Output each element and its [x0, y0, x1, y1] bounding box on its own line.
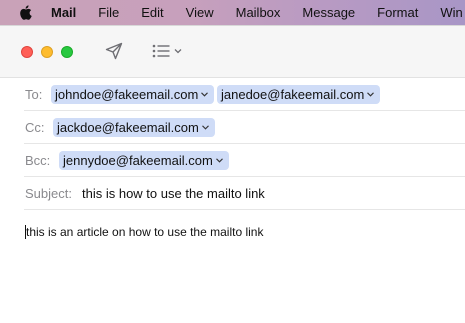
cc-label: Cc:: [25, 120, 45, 135]
apple-menu-icon[interactable]: [19, 0, 32, 25]
recipient-chip[interactable]: janedoe@fakeemail.com: [217, 85, 381, 104]
header-fields-menu-icon[interactable]: [152, 43, 186, 59]
to-field: To: johndoe@fakeemail.com janedoe@fakeem…: [0, 78, 465, 111]
menu-format[interactable]: Format: [377, 5, 418, 20]
subject-label: Subject:: [25, 186, 72, 201]
chevron-down-icon: [201, 92, 209, 97]
chevron-down-icon: [201, 125, 209, 130]
recipient-address: janedoe@fakeemail.com: [221, 87, 365, 102]
message-body[interactable]: this is an article on how to use the mai…: [25, 225, 263, 239]
compose-window: To: johndoe@fakeemail.com janedoe@fakeem…: [0, 25, 465, 323]
menu-file[interactable]: File: [98, 5, 119, 20]
recipient-address: jackdoe@fakeemail.com: [57, 120, 199, 135]
menu-mail[interactable]: Mail: [51, 5, 76, 20]
divider: [24, 209, 465, 210]
menu-mailbox[interactable]: Mailbox: [236, 5, 281, 20]
close-window-button[interactable]: [21, 46, 33, 58]
menu-window[interactable]: Win: [440, 5, 462, 20]
cc-field: Cc: jackdoe@fakeemail.com: [0, 111, 465, 144]
bcc-label: Bcc:: [25, 153, 51, 168]
subject-input[interactable]: this is how to use the mailto link: [82, 186, 265, 201]
menu-message[interactable]: Message: [302, 5, 355, 20]
cc-recipient-chip[interactable]: jackdoe@fakeemail.com: [53, 118, 215, 137]
bcc-field: Bcc: jennydoe@fakeemail.com: [0, 144, 465, 177]
to-label: To:: [25, 87, 43, 102]
chevron-down-icon: [367, 92, 375, 97]
subject-field[interactable]: Subject: this is how to use the mailto l…: [0, 177, 465, 210]
menu-view[interactable]: View: [186, 5, 214, 20]
recipient-address: johndoe@fakeemail.com: [55, 87, 199, 102]
minimize-window-button[interactable]: [41, 46, 53, 58]
recipient-chip[interactable]: johndoe@fakeemail.com: [51, 85, 215, 104]
zoom-window-button[interactable]: [61, 46, 73, 58]
menu-edit[interactable]: Edit: [141, 5, 163, 20]
toolbar: [0, 26, 465, 78]
menu-bar: Mail File Edit View Mailbox Message Form…: [0, 0, 465, 25]
chevron-down-icon: [215, 158, 223, 163]
send-icon[interactable]: [104, 41, 124, 61]
bcc-recipient-chip[interactable]: jennydoe@fakeemail.com: [59, 151, 229, 170]
recipient-address: jennydoe@fakeemail.com: [63, 153, 213, 168]
